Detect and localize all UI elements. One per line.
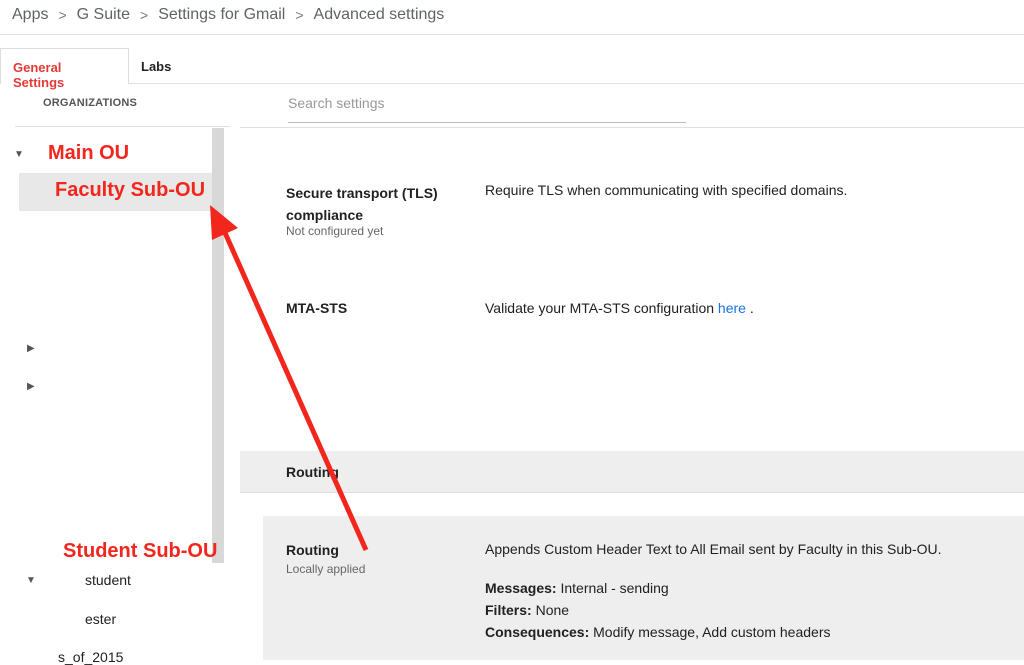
arrow-shaft [219, 224, 369, 552]
annotation-arrow [210, 205, 369, 552]
